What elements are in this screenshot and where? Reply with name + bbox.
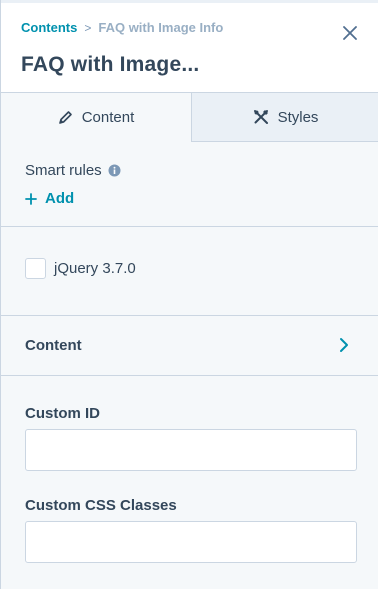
pencil-icon [58,110,73,125]
smart-rules-label: Smart rules [25,162,102,179]
smart-rules-heading: Smart rules [25,162,121,179]
close-button[interactable] [339,22,361,44]
add-smart-rule-label: Add [45,190,75,207]
tab-styles[interactable]: Styles [191,93,378,142]
section-divider [1,226,378,227]
breadcrumb-separator: > [84,20,92,35]
breadcrumb-current: FAQ with Image Info [98,20,224,35]
custom-css-classes-label: Custom CSS Classes [25,497,177,514]
sidebar-panel: Contents > FAQ with Image Info FAQ with … [0,0,378,589]
tab-content[interactable]: Content [1,93,191,142]
jquery-checkbox-label: jQuery 3.7.0 [54,260,136,277]
jquery-checkbox[interactable] [25,258,46,279]
smart-rules-section: Smart rules Add [25,162,121,207]
content-accordion-label: Content [25,337,82,354]
plus-icon [25,192,37,205]
header-top-border [1,0,378,3]
tab-bar: Content Styles [1,93,378,142]
content-accordion[interactable]: Content [1,316,378,375]
custom-id-label: Custom ID [25,405,100,422]
custom-css-classes-field[interactable] [25,521,357,563]
chevron-right-icon [339,337,349,353]
info-icon[interactable] [108,164,121,177]
breadcrumb-link-contents[interactable]: Contents [21,20,77,35]
breadcrumb: Contents > FAQ with Image Info [21,20,223,35]
page-title: FAQ with Image... [21,53,200,76]
custom-id-field[interactable] [25,429,357,471]
panel-header: Contents > FAQ with Image Info FAQ with … [1,0,378,93]
paint-tools-icon [253,109,269,125]
close-icon [343,26,357,40]
jquery-checkbox-row[interactable]: jQuery 3.7.0 [25,258,136,279]
tab-styles-label: Styles [277,108,319,126]
add-smart-rule-button[interactable]: Add [25,190,74,207]
section-divider [1,375,378,376]
tab-content-label: Content [81,109,135,126]
